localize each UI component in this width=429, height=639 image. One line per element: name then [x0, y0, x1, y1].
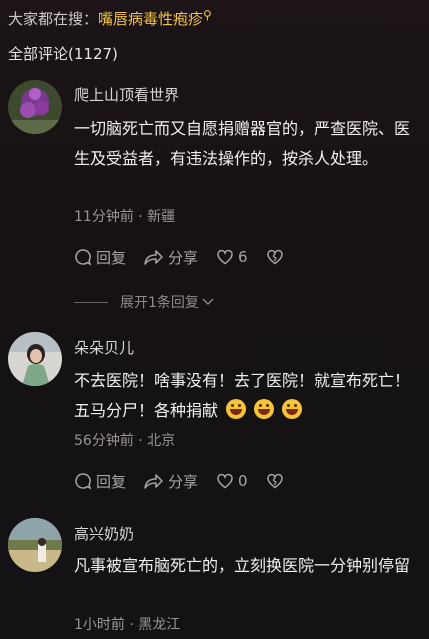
comment-text: 一切脑死亡而又自愿捐赠器官的，严查医院、医生及受益者，有违法操作的，按杀人处理。 [74, 119, 411, 168]
search-suggestion[interactable]: 大家都在搜：嘴唇病毒性疱疹⚲ [8, 8, 212, 29]
dislike-button[interactable] [266, 472, 288, 490]
search-prefix: 大家都在搜： [8, 10, 99, 28]
laughing-crying-emoji-icon [226, 399, 247, 419]
comment-text: 不去医院！啥事没有！去了医院！就宣布死亡！五马分尸！各种捐献 [74, 366, 414, 426]
heart-icon [217, 473, 233, 489]
username[interactable]: 爬上山顶看世界 [74, 84, 179, 105]
share-button[interactable]: 分享 [144, 247, 198, 268]
laughing-crying-emoji-icon [282, 399, 303, 419]
expand-replies-label: 展开1条回复 [120, 295, 199, 311]
reply-button[interactable]: 回复 [74, 471, 126, 492]
broken-heart-icon [266, 249, 283, 265]
reply-button[interactable]: 回复 [74, 247, 126, 268]
comment-actions: 回复 分享 0 [74, 470, 306, 492]
comment-meta: 1小时前 · 黑龙江 [74, 617, 181, 633]
like-count: 6 [238, 248, 248, 266]
username[interactable]: 朵朵贝儿 [74, 337, 134, 358]
share-label: 分享 [168, 472, 199, 491]
laughing-crying-emoji-icon [254, 399, 275, 419]
chevron-down-icon [202, 298, 214, 305]
expand-replies-button[interactable]: 展开1条回复 [74, 292, 215, 312]
share-label: 分享 [168, 248, 199, 267]
reply-icon [75, 249, 92, 266]
share-button[interactable]: 分享 [144, 471, 198, 492]
share-icon [144, 250, 163, 265]
reply-icon [75, 473, 92, 490]
share-icon [144, 474, 163, 489]
search-keyword[interactable]: 嘴唇病毒性疱疹 [98, 10, 203, 28]
like-button[interactable]: 6 [216, 248, 248, 266]
avatar[interactable] [8, 518, 62, 572]
comment-actions: 回复 分享 6 [74, 246, 306, 268]
broken-heart-icon [266, 473, 283, 489]
like-count: 0 [238, 472, 248, 490]
avatar[interactable] [8, 332, 62, 386]
comment-meta: 56分钟前 · 北京 [74, 433, 176, 449]
avatar[interactable] [8, 80, 62, 134]
comment-meta: 11分钟前 · 新疆 [74, 209, 176, 225]
reply-label: 回复 [96, 472, 127, 491]
heart-icon [217, 249, 233, 265]
comment-text: 凡事被宣布脑死亡的，立刻换医院一分钟别停留 [74, 556, 411, 575]
comments-count: 全部评论(1127) [8, 45, 118, 63]
divider-line [74, 301, 108, 303]
username[interactable]: 高兴奶奶 [74, 523, 134, 544]
dislike-button[interactable] [266, 248, 288, 266]
search-icon: ⚲ [203, 8, 212, 22]
like-button[interactable]: 0 [216, 472, 248, 490]
reply-label: 回复 [96, 248, 127, 267]
